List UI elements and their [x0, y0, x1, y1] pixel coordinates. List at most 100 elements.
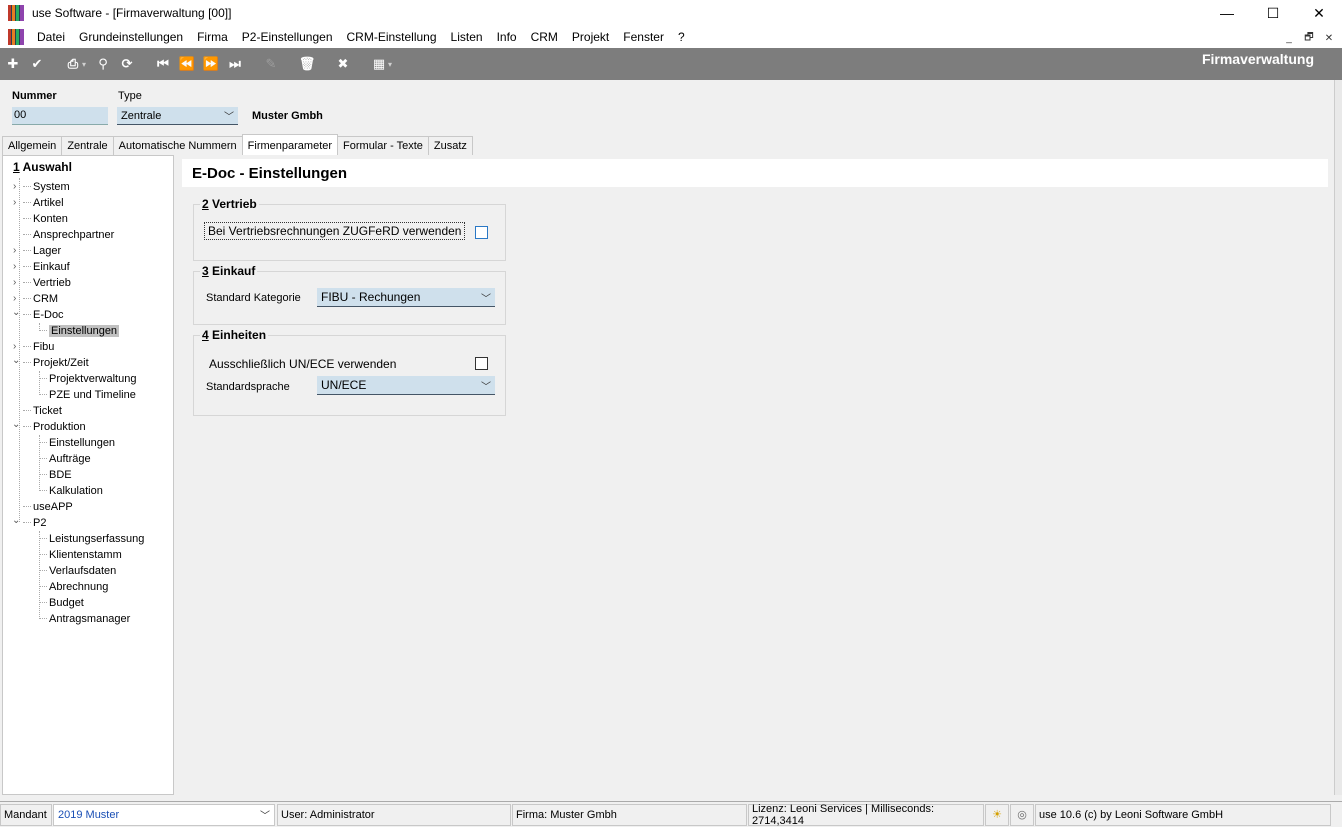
tree-item-system[interactable]: System	[23, 179, 70, 194]
tree-item-produktion[interactable]: Produktion	[23, 419, 86, 434]
navigation-tree: 1 Auswahl › System › Artikel Konten Ansp…	[2, 155, 174, 795]
tree-item-vertrieb[interactable]: Vertrieb	[23, 275, 71, 290]
zugferd-checkbox[interactable]	[475, 226, 488, 239]
expand-icon[interactable]: ›	[13, 245, 16, 256]
expand-icon[interactable]: ›	[13, 293, 16, 304]
print-icon[interactable]: ⎙	[62, 53, 84, 75]
app-menu-icon[interactable]	[8, 29, 24, 45]
next-record-icon[interactable]: ⏩	[200, 53, 222, 75]
expand-icon[interactable]: ›	[13, 197, 16, 208]
tree-item-ticket[interactable]: Ticket	[23, 403, 62, 418]
tree-item-auftraege[interactable]: Aufträge	[39, 451, 91, 466]
menu-help[interactable]: ?	[671, 30, 692, 44]
unece-checkbox[interactable]	[475, 357, 488, 370]
tree-item-bde[interactable]: BDE	[39, 467, 72, 482]
tree-item-kalkulation[interactable]: Kalkulation	[39, 483, 103, 498]
tree-item-pze-und-timeline[interactable]: PZE und Timeline	[39, 387, 136, 402]
collapse-icon[interactable]: ⌄	[12, 419, 20, 430]
tree-item-p2[interactable]: P2	[23, 515, 46, 530]
side-panel-rail[interactable]	[1334, 80, 1342, 795]
expand-icon[interactable]: ›	[13, 341, 16, 352]
collapse-icon[interactable]: ⌄	[12, 515, 20, 526]
close-button[interactable]: ✕	[1296, 0, 1342, 26]
tree-item-projektverwaltung[interactable]: Projektverwaltung	[39, 371, 136, 386]
checkmark-icon[interactable]: ✔	[26, 53, 48, 75]
group-einkauf: 3 Einkauf Standard Kategorie FIBU - Rech…	[193, 264, 506, 325]
edit-icon[interactable]: ✎	[260, 53, 282, 75]
minimize-button[interactable]: —	[1204, 0, 1250, 26]
add-icon[interactable]: ✚	[2, 53, 24, 75]
menu-datei[interactable]: Datei	[30, 30, 72, 44]
tree-item-crm[interactable]: CRM	[23, 291, 58, 306]
mdi-restore-button[interactable]: 🗗	[1300, 30, 1318, 46]
tab-allgemein[interactable]: Allgemein	[2, 136, 63, 155]
menu-listen[interactable]: Listen	[444, 30, 490, 44]
trash-icon[interactable]: 🗑	[296, 53, 318, 75]
print-dropdown-icon[interactable]: ▾	[82, 60, 90, 69]
lizenz-status: Lizenz: Leoni Services | Milliseconds: 2…	[748, 803, 984, 827]
tree-item-useapp[interactable]: useAPP	[23, 499, 73, 514]
last-record-icon[interactable]: ⏭	[224, 53, 246, 75]
firma-status: Firma: Muster Gmbh	[512, 803, 747, 826]
menu-grundeinstellungen[interactable]: Grundeinstellungen	[72, 30, 190, 44]
menu-info[interactable]: Info	[490, 30, 524, 44]
tree-item-lager[interactable]: Lager	[23, 243, 61, 258]
collapse-icon[interactable]: ⌄	[12, 307, 20, 318]
menu-p2-einstellungen[interactable]: P2-Einstellungen	[235, 30, 340, 44]
tree-item-klientenstamm[interactable]: Klientenstamm	[39, 547, 122, 562]
grid-dropdown-icon[interactable]: ▾	[388, 60, 396, 69]
mandant-select[interactable]: 2019 Muster ﹀	[53, 803, 275, 826]
menu-firma[interactable]: Firma	[190, 30, 235, 44]
tab-automatische-nummern[interactable]: Automatische Nummern	[112, 136, 243, 155]
grid-icon[interactable]: ▦	[368, 53, 390, 75]
tree-item-abrechnung[interactable]: Abrechnung	[39, 579, 108, 594]
collapse-icon[interactable]: ⌄	[12, 355, 20, 366]
menu-projekt[interactable]: Projekt	[565, 30, 616, 44]
group-einheiten-title: 4 Einheiten	[200, 328, 269, 342]
type-select-value: Zentrale	[121, 109, 162, 122]
chevron-down-icon: ﹀	[481, 293, 491, 305]
first-record-icon[interactable]: ⏮	[152, 53, 174, 75]
unece-label[interactable]: Ausschließlich UN/ECE verwenden	[209, 357, 396, 371]
previous-record-icon[interactable]: ⏪	[176, 53, 198, 75]
tree-item-antragsmanager[interactable]: Antragsmanager	[39, 611, 130, 626]
tab-zusatz[interactable]: Zusatz	[427, 136, 473, 155]
tree-item-ansprechpartner[interactable]: Ansprechpartner	[23, 227, 114, 242]
menu-crm-einstellung[interactable]: CRM-Einstellung	[340, 30, 444, 44]
menu-fenster[interactable]: Fenster	[616, 30, 671, 44]
tree-item-projekt-zeit[interactable]: Projekt/Zeit	[23, 355, 89, 370]
mdi-minimize-button[interactable]: _	[1280, 30, 1298, 46]
expand-icon[interactable]: ›	[13, 261, 16, 272]
tree-item-e-doc[interactable]: E-Doc	[23, 307, 64, 322]
maximize-button[interactable]: ☐	[1250, 0, 1296, 26]
tree-item-fibu[interactable]: Fibu	[23, 339, 54, 354]
mdi-close-button[interactable]: ✕	[1320, 30, 1338, 46]
search-icon[interactable]: ⚲	[92, 53, 114, 75]
menu-bar: Datei Grundeinstellungen Firma P2-Einste…	[0, 26, 1342, 48]
tab-zentrale[interactable]: Zentrale	[61, 136, 114, 155]
mandant-label: Mandant	[0, 803, 52, 826]
kategorie-select[interactable]: FIBU - Rechungen ﹀	[317, 288, 495, 307]
refresh-icon[interactable]: ⟳	[116, 53, 138, 75]
tree-item-e-doc-einstellungen[interactable]: Einstellungen	[39, 323, 120, 338]
tree-item-budget[interactable]: Budget	[39, 595, 84, 610]
tree-item-produktion-einstellungen[interactable]: Einstellungen	[39, 435, 115, 450]
tree-item-einkauf[interactable]: Einkauf	[23, 259, 70, 274]
tree-item-leistungserfassung[interactable]: Leistungserfassung	[39, 531, 144, 546]
menu-crm[interactable]: CRM	[524, 30, 565, 44]
sun-icon[interactable]: ☀	[985, 803, 1009, 826]
tree-item-konten[interactable]: Konten	[23, 211, 68, 226]
nummer-field[interactable]: 00	[12, 107, 108, 125]
expand-icon[interactable]: ›	[13, 277, 16, 288]
tab-formular-texte[interactable]: Formular - Texte	[337, 136, 429, 155]
title-bar: use Software - [Firmaverwaltung [00]] — …	[0, 0, 1342, 26]
zugferd-label[interactable]: Bei Vertriebsrechnungen ZUGFeRD verwende…	[204, 222, 466, 240]
standardsprache-select[interactable]: UN/ECE ﹀	[317, 376, 495, 395]
tree-item-verlaufsdaten[interactable]: Verlaufsdaten	[39, 563, 116, 578]
expand-icon[interactable]: ›	[13, 181, 16, 192]
tab-firmenparameter[interactable]: Firmenparameter	[241, 134, 339, 156]
cancel-icon[interactable]: ✖	[332, 53, 354, 75]
type-select[interactable]: Zentrale ﹀	[117, 107, 238, 125]
tree-item-artikel[interactable]: Artikel	[23, 195, 64, 210]
network-icon[interactable]: ◎	[1010, 803, 1034, 826]
